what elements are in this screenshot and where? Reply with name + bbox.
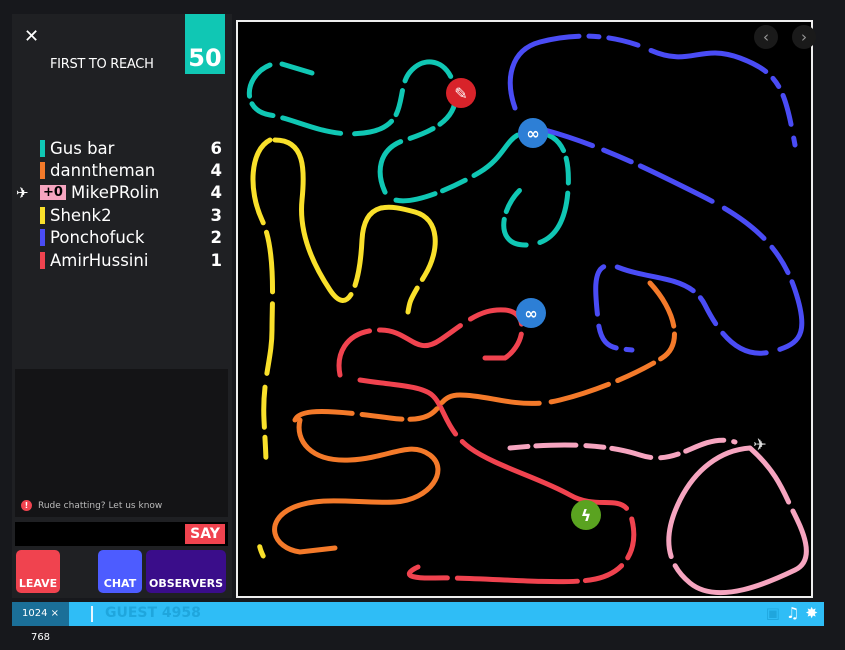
- player-score: 4: [210, 161, 222, 181]
- plane-icon: ✈: [16, 183, 29, 202]
- player-trail: [507, 437, 738, 461]
- leave-button[interactable]: LEAVE: [16, 550, 60, 593]
- sidebar: ✕ FIRST TO REACH 50 Gus bar 6 danntheman 4 ✈…: [12, 14, 232, 598]
- player-score: 6: [210, 138, 222, 158]
- close-icon[interactable]: ✕: [24, 26, 39, 47]
- guest-name: GUEST 4958: [105, 605, 201, 621]
- speed-icon: ϟ: [571, 500, 601, 530]
- swap-icon: ✎: [446, 78, 476, 108]
- multi-icon: ∞: [518, 118, 548, 148]
- player-score: 3: [210, 205, 222, 225]
- report-notice[interactable]: ! Rude chatting? Let us know: [21, 500, 162, 511]
- player-score: 1: [210, 250, 222, 270]
- svg-text:∞: ∞: [526, 124, 539, 143]
- player-row: Shenk2 3: [40, 204, 222, 226]
- observers-button[interactable]: OBSERVERS: [146, 550, 226, 593]
- player-name: Shenk2: [50, 205, 112, 225]
- target-score: 50: [185, 14, 225, 74]
- chat-button[interactable]: CHAT: [98, 550, 142, 593]
- next-arrow-icon[interactable]: ›: [792, 25, 816, 49]
- player-trail: [336, 307, 525, 378]
- player-name: danntheman: [50, 161, 156, 181]
- first-to-reach-label: FIRST TO REACH: [50, 57, 154, 72]
- player-score: 4: [210, 183, 222, 203]
- player-trail: [357, 377, 637, 585]
- player-color-bar: [40, 229, 45, 247]
- multi-icon: ∞: [516, 298, 546, 328]
- player-name: Gus bar: [50, 138, 115, 158]
- resolution-badge: 1024 × 768: [12, 602, 69, 643]
- radio-icon[interactable]: ▣: [766, 604, 780, 622]
- player-name: Ponchofuck: [50, 228, 145, 248]
- round-points-badge: +0: [40, 185, 66, 201]
- scoreboard: Gus bar 6 danntheman 4 ✈ +0 MikePRolin 4 Shenk2 3…: [16, 137, 222, 271]
- player-name: MikePRolin: [70, 183, 160, 203]
- svg-text:∞: ∞: [524, 304, 537, 323]
- player-trail: [272, 137, 438, 315]
- game-arena[interactable]: ✎ ∞ ∞ ϟ ✈ ‹ ›: [236, 20, 816, 598]
- alert-icon: !: [21, 500, 32, 511]
- player-trail: [292, 280, 677, 423]
- player-score: 2: [210, 228, 222, 248]
- player-plane-icon: ✈: [753, 435, 766, 454]
- player-trail: [507, 33, 798, 148]
- effects-icon[interactable]: ✸: [805, 604, 818, 622]
- player-trail: [666, 445, 809, 596]
- divider: [91, 606, 93, 622]
- prev-arrow-icon[interactable]: ‹: [754, 25, 778, 49]
- music-icon[interactable]: ♫: [786, 604, 799, 622]
- chat-log: ! Rude chatting? Let us know: [15, 369, 228, 517]
- player-row: Ponchofuck 2: [40, 227, 222, 249]
- player-color-bar: [40, 206, 45, 224]
- player-color-bar: [40, 162, 45, 180]
- footer-bar: 1024 × 768 GUEST 4958 ▣ ♫ ✸: [12, 602, 824, 643]
- player-trail: [279, 61, 315, 76]
- report-text: Rude chatting? Let us know: [38, 500, 163, 511]
- player-name: AmirHussini: [50, 250, 149, 270]
- player-color-bar: [40, 139, 45, 157]
- arena-canvas: ✎ ∞ ∞ ϟ ✈: [246, 33, 809, 596]
- player-row: Gus bar 6: [40, 137, 222, 159]
- player-color-bar: [40, 251, 45, 269]
- player-row: ✈ +0 MikePRolin 4: [16, 182, 222, 204]
- player-trail: [250, 137, 276, 578]
- player-row: AmirHussini 1: [40, 249, 222, 271]
- svg-text:✎: ✎: [454, 84, 467, 103]
- player-row: danntheman 4: [40, 159, 222, 181]
- player-trail: [272, 417, 441, 555]
- svg-text:ϟ: ϟ: [581, 506, 592, 525]
- say-button[interactable]: SAY: [185, 524, 225, 544]
